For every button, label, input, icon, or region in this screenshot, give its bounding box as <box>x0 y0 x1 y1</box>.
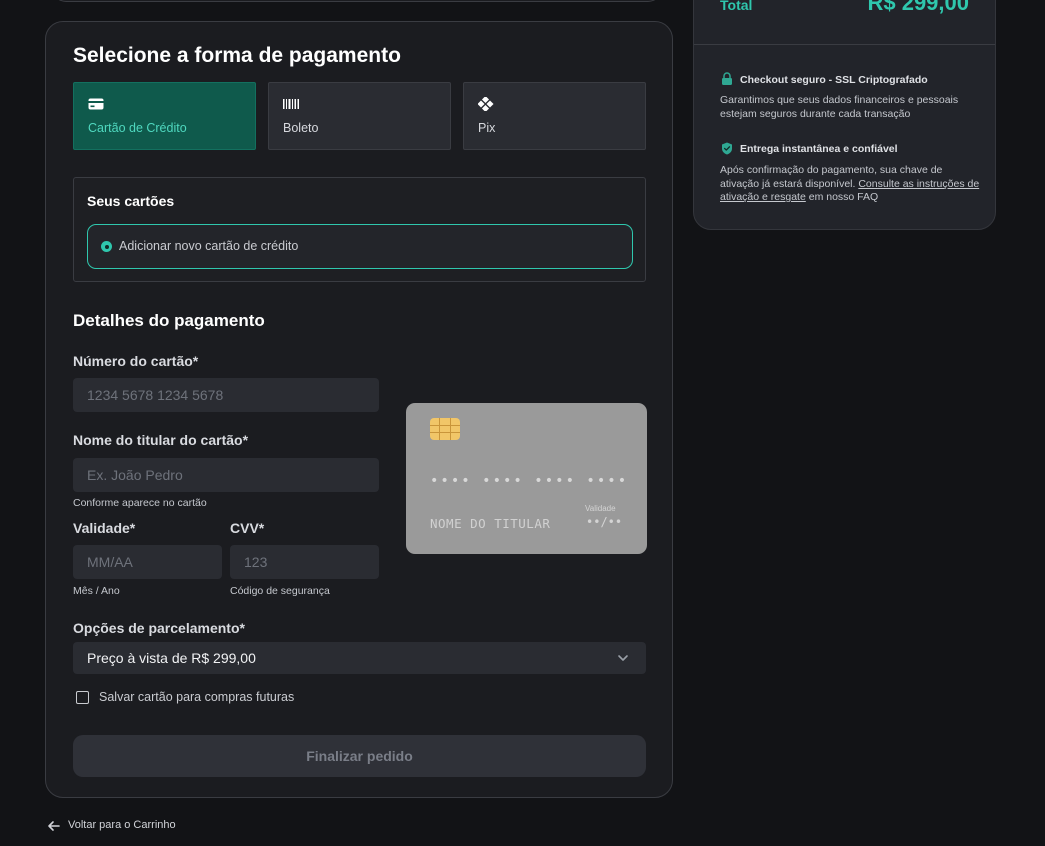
checkout-page: Selecione a forma de pagamento Cartão de… <box>0 0 1045 846</box>
arrow-left-icon <box>48 821 60 831</box>
card-preview-holder: NOME DO TITULAR <box>430 516 551 531</box>
saved-cards-box: Seus cartões Adicionar novo cartão de cr… <box>73 177 646 282</box>
radio-selected-icon[interactable] <box>101 241 112 252</box>
payment-title: Selecione a forma de pagamento <box>73 44 401 67</box>
shield-check-icon <box>722 142 732 155</box>
installments-selected: Preço à vista de R$ 299,00 <box>87 650 256 666</box>
method-credit-card[interactable]: Cartão de Crédito <box>73 82 256 150</box>
total-value: R$ 299,00 <box>867 0 969 15</box>
holder-name-label: Nome do titular do cartão* <box>73 432 249 448</box>
summary-divider <box>694 44 995 45</box>
card-chip-icon <box>430 418 460 440</box>
method-label: Pix <box>478 121 496 135</box>
card-number-label: Número do cartão* <box>73 353 199 369</box>
back-to-cart-label: Voltar para o Carrinho <box>68 819 176 831</box>
chevron-down-icon <box>618 655 628 661</box>
saved-cards-title: Seus cartões <box>87 193 175 209</box>
holder-name-hint: Conforme aparece no cartão <box>73 497 207 509</box>
method-boleto[interactable]: Boleto <box>268 82 451 150</box>
order-summary: Total R$ 299,00 Checkout seguro - SSL Cr… <box>693 0 996 230</box>
payment-card: Selecione a forma de pagamento Cartão de… <box>45 21 673 798</box>
method-label: Cartão de Crédito <box>88 121 187 135</box>
delivery-text: Após confirmação do pagamento, sua chave… <box>720 164 980 205</box>
method-pix[interactable]: Pix <box>463 82 646 150</box>
previous-card-edge <box>52 0 662 2</box>
card-preview-number: •••• •••• •••• •••• <box>430 473 629 489</box>
expiry-label: Validade* <box>73 520 136 536</box>
add-new-card-label: Adicionar novo cartão de crédito <box>119 239 299 253</box>
method-label: Boleto <box>283 121 319 135</box>
payment-details-title: Detalhes do pagamento <box>73 311 265 330</box>
cvv-input[interactable] <box>230 545 379 579</box>
installments-select[interactable]: Preço à vista de R$ 299,00 <box>73 642 646 674</box>
holder-name-input[interactable] <box>73 458 379 492</box>
finish-order-button[interactable]: Finalizar pedido <box>73 735 646 777</box>
delivery-text-after: em nosso FAQ <box>808 191 879 203</box>
card-preview: •••• •••• •••• •••• NOME DO TITULAR Vali… <box>406 403 647 554</box>
barcode-icon <box>283 99 299 109</box>
card-number-input[interactable] <box>73 378 379 412</box>
pix-icon <box>478 97 494 111</box>
delivery-title: Entrega instantânea e confiável <box>740 143 898 155</box>
add-new-card-option[interactable]: Adicionar novo cartão de crédito <box>87 224 633 269</box>
secure-checkout-text: Garantimos que seus dados financeiros e … <box>720 94 959 120</box>
credit-card-icon <box>88 98 104 110</box>
card-preview-validity: ••/•• <box>586 515 623 529</box>
lock-icon <box>722 72 732 85</box>
save-card-label: Salvar cartão para compras futuras <box>99 690 295 704</box>
card-preview-validity-label: Validade <box>585 504 616 513</box>
cvv-label: CVV* <box>230 520 265 536</box>
secure-checkout-title: Checkout seguro - SSL Criptografado <box>740 74 928 86</box>
installments-label: Opções de parcelamento* <box>73 620 245 636</box>
save-card-checkbox[interactable] <box>76 691 89 704</box>
expiry-hint: Mês / Ano <box>73 585 120 597</box>
cvv-hint: Código de segurança <box>230 585 330 597</box>
total-label: Total <box>720 0 753 13</box>
expiry-input[interactable] <box>73 545 222 579</box>
